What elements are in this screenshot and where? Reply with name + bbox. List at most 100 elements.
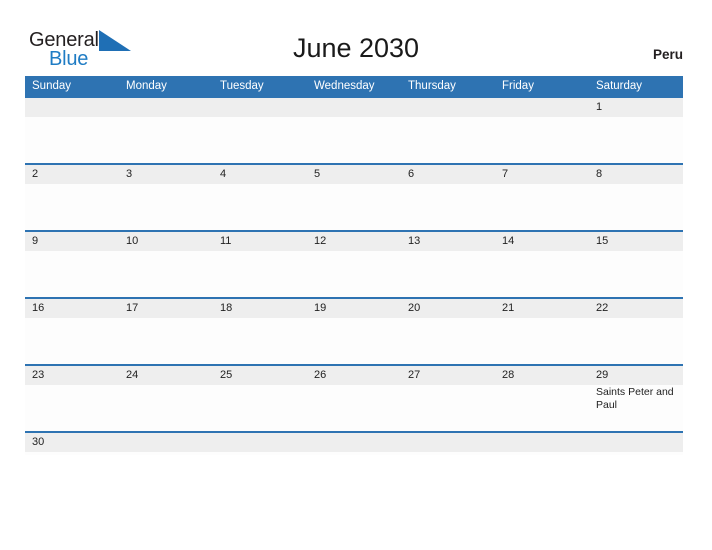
calendar-day-cell[interactable]: 24 — [119, 366, 213, 431]
day-event — [502, 318, 585, 319]
calendar-day-cell[interactable]: 29 Saints Peter and Paul — [589, 366, 683, 431]
day-number — [596, 433, 679, 452]
day-number: 27 — [408, 369, 421, 381]
day-number — [314, 98, 397, 117]
calendar-day-cell[interactable] — [307, 98, 401, 163]
day-number: 3 — [126, 168, 133, 180]
day-number: 25 — [220, 369, 233, 381]
day-number: 26 — [314, 369, 327, 381]
day-number: 23 — [32, 369, 45, 381]
calendar-day-cell[interactable]: 7 — [495, 165, 589, 230]
day-event — [596, 452, 679, 453]
day-event — [502, 385, 585, 386]
day-event — [220, 385, 303, 386]
calendar-day-cell[interactable] — [307, 433, 401, 455]
day-event — [32, 318, 115, 319]
day-number — [314, 433, 397, 452]
calendar-day-cell[interactable]: 28 — [495, 366, 589, 431]
day-number: 6 — [408, 168, 415, 180]
calendar-day-cell[interactable]: 27 — [401, 366, 495, 431]
day-event — [32, 184, 115, 185]
day-number: 7 — [502, 168, 509, 180]
calendar-day-cell[interactable] — [401, 433, 495, 455]
day-event — [220, 251, 303, 252]
calendar-day-cell[interactable]: 12 — [307, 232, 401, 297]
day-event — [408, 452, 491, 453]
calendar-day-cell[interactable]: 5 — [307, 165, 401, 230]
calendar-day-cell[interactable]: 2 — [25, 165, 119, 230]
day-number: 9 — [32, 235, 39, 247]
day-number: 28 — [502, 369, 515, 381]
day-number — [408, 433, 491, 452]
calendar-day-cell[interactable] — [25, 98, 119, 163]
day-event — [126, 452, 209, 453]
calendar-day-cell[interactable] — [495, 98, 589, 163]
calendar-day-cell[interactable]: 3 — [119, 165, 213, 230]
calendar-day-cell[interactable]: 10 — [119, 232, 213, 297]
calendar-day-cell[interactable]: 11 — [213, 232, 307, 297]
day-number: 15 — [596, 235, 609, 247]
page-title: June 2030 — [292, 33, 420, 63]
day-event — [32, 117, 115, 118]
calendar-day-cell[interactable] — [495, 433, 589, 455]
country-label: Peru — [652, 47, 683, 62]
calendar-day-cell[interactable] — [213, 98, 307, 163]
calendar-week-row: 16 17 18 19 20 21 22 — [25, 297, 683, 364]
calendar-day-cell[interactable]: 18 — [213, 299, 307, 364]
calendar-day-cell[interactable]: 8 — [589, 165, 683, 230]
day-number: 11 — [220, 235, 232, 247]
page-header: General Blue June 2030 Peru — [0, 0, 712, 76]
calendar-day-cell[interactable]: 22 — [589, 299, 683, 364]
day-number: 1 — [596, 101, 603, 113]
day-number: 21 — [502, 302, 515, 314]
calendar-day-cell[interactable]: 4 — [213, 165, 307, 230]
day-event — [408, 184, 491, 185]
calendar-day-cell[interactable] — [119, 433, 213, 455]
calendar-day-cell[interactable]: 21 — [495, 299, 589, 364]
calendar-day-cell[interactable]: 1 — [589, 98, 683, 163]
calendar-day-cell[interactable]: 19 — [307, 299, 401, 364]
day-event — [32, 385, 115, 386]
day-event — [408, 251, 491, 252]
calendar-day-cell[interactable]: 13 — [401, 232, 495, 297]
day-number — [220, 433, 303, 452]
calendar-day-cell[interactable]: 14 — [495, 232, 589, 297]
day-header-friday: Friday — [502, 80, 534, 92]
calendar-day-cell[interactable]: 16 — [25, 299, 119, 364]
day-number: 13 — [408, 235, 421, 247]
calendar-day-cell[interactable]: 25 — [213, 366, 307, 431]
day-event — [408, 117, 491, 118]
day-event — [32, 251, 115, 252]
calendar-day-cell[interactable]: 20 — [401, 299, 495, 364]
day-number: 8 — [596, 168, 603, 180]
day-event — [220, 184, 303, 185]
calendar-day-cell[interactable]: 9 — [25, 232, 119, 297]
calendar-day-cell[interactable]: 23 — [25, 366, 119, 431]
calendar-week-row: 30 — [25, 431, 683, 455]
day-header-wednesday: Wednesday — [314, 80, 375, 92]
day-number: 17 — [126, 302, 139, 314]
day-event — [502, 184, 585, 185]
day-number: 29 — [596, 369, 609, 381]
day-event — [220, 318, 303, 319]
calendar-day-cell[interactable] — [213, 433, 307, 455]
calendar-day-cell[interactable]: 17 — [119, 299, 213, 364]
calendar-day-cell[interactable]: 6 — [401, 165, 495, 230]
calendar-grid: Sunday Monday Tuesday Wednesday Thursday… — [25, 76, 683, 455]
day-event — [126, 251, 209, 252]
day-number — [126, 433, 209, 452]
day-event — [314, 184, 397, 185]
calendar-day-cell[interactable]: 15 — [589, 232, 683, 297]
day-header-sunday: Sunday — [32, 80, 72, 92]
calendar-day-cell[interactable] — [119, 98, 213, 163]
day-event — [126, 117, 209, 118]
day-number: 30 — [32, 436, 45, 448]
calendar-day-cell[interactable]: 26 — [307, 366, 401, 431]
day-header-thursday: Thursday — [408, 80, 456, 92]
calendar-day-cell[interactable] — [401, 98, 495, 163]
calendar-day-cell[interactable] — [589, 433, 683, 455]
day-number — [502, 433, 585, 452]
calendar-day-cell[interactable]: 30 — [25, 433, 119, 455]
day-event — [502, 452, 585, 453]
day-number — [408, 98, 491, 117]
